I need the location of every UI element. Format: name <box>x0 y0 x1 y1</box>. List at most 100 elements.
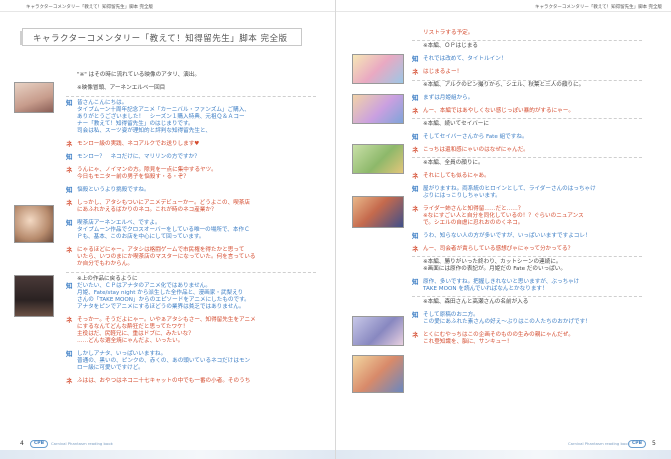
speaker-label: 知 <box>412 311 419 319</box>
screenshot-credits <box>352 316 404 346</box>
dialogue-line: いたら、いつのまにか喫茶店のマスターになっていた。何を言っている <box>77 254 255 261</box>
dialogue-text: ※映像冒頭、アーネンエルベ一回目 <box>77 85 166 91</box>
speaker-label: 知 <box>412 185 419 193</box>
dialogue-text: 主役はだ、尻軽兄に、重はドブに、みたいな？ <box>77 331 194 337</box>
screenshot-anime-cafe <box>14 82 54 113</box>
dialogue-line: 知モンロー？ ネコだけに、マリリンの方ですか？ <box>66 154 200 161</box>
dialogue-line: で。シエルの自虐に忍れおののくネコ。 <box>423 220 523 227</box>
speaker-label: 知 <box>412 55 419 63</box>
dialogue-line: 知まずは月姫組から。 <box>412 95 474 102</box>
dialogue-text: タイプムーン作品でクロスオーバーをしている唯一の場所で、本作Ｃ <box>77 227 250 233</box>
dialogue-line: ※本編、アルクのピン撮りから、シエル、秋葉と三人の顔りに。 <box>423 82 584 89</box>
dialogue-line: 知それでは改めて、タイトルイン！ <box>412 56 506 63</box>
dialogue-text: TAKE MOON を読んでいればなんとかなります！ <box>423 286 548 292</box>
screenshot-title-card <box>352 54 404 84</box>
right-page: キャラクターコメンタリー「教えて！知得留先生」脚本 完全版 リストラする予定。 ※… <box>336 0 671 459</box>
dialogue-text: ナー「教えて！知得留先生」のはじまりです。 <box>77 121 194 127</box>
dialogue-text: とくにむやっちはこの企画そのものの生みの親にゃんだぜ。 <box>423 332 574 338</box>
dialogue-text: それにしても似るにゃあ。 <box>423 173 490 179</box>
speaker-label: 知 <box>66 282 73 290</box>
dialogue-line: 知そしてセイバーさんから Fate 組ですね。 <box>412 134 528 141</box>
dialogue-line: ネライダー姉さんと知得留……だと……？ <box>412 206 523 213</box>
dialogue-text: リストラする予定。 <box>423 30 474 36</box>
divider <box>412 118 642 119</box>
dialogue-line: 月姫、Fate/stay night から派生した全作品と、漫画家・武梨えり <box>77 290 243 297</box>
dialogue-line: にするなんてどんな酔狂だと思ってたワケ！ <box>77 324 188 331</box>
divider <box>412 157 642 158</box>
cp-logo: CPB <box>628 440 646 448</box>
header-rule <box>0 11 335 12</box>
dialogue-line: ネんー、司会者が責らしている感想ぴゃにゃって分かってる？ <box>412 246 573 253</box>
dialogue-line: この愛にあふれた素さんの好え～ぶりはこの人たちのおかげです！ <box>423 319 591 326</box>
header-rule <box>336 11 671 12</box>
dialogue-line: ※本編、ＯＰはじまる <box>423 43 478 50</box>
speaker-label: 知 <box>66 219 73 227</box>
dialogue-text: で。シエルの自虐に忍れおののくネコ。 <box>423 220 524 226</box>
dialogue-line: ネはじまるよー！ <box>412 69 463 76</box>
dialogue-text: うんにゃ、ノイマンの方。隙見を一点に集中するヤツ。 <box>77 167 217 173</box>
dialogue-text: ※本編、全員の顔りに。 <box>423 160 484 166</box>
dialogue-text: Ｐも、基本、このお店を中心にして回っています。 <box>77 234 205 240</box>
dialogue-text: アナタをピンでアニメにするほどうの業界は貧乏ではありません。 <box>77 304 245 310</box>
speaker-label: ネ <box>412 205 419 213</box>
dialogue-text: まずは月姫組から。 <box>423 95 474 101</box>
speaker-label: ネ <box>66 377 73 385</box>
dialogue-line: ネふはは、おやつはネコ二十七キャットの中でも一番の小者。そのうち <box>66 378 251 385</box>
dialogue-text: ありがとうございました！ シーズン１購入特典、元祖Ｑ＆Ａコー <box>77 114 245 120</box>
dialogue-line: ネうんにゃ、ノイマンの方。隙見を一点に集中するヤツ。 <box>66 167 217 174</box>
dialogue-text: 司会は私、スーツ姿が理知的と評判な知得留先生と、 <box>77 128 211 134</box>
divider <box>412 296 642 297</box>
dialogue-text: ※上の作品に戻るように <box>77 276 138 282</box>
dialogue-line: ※画面には原作の表記が。月姫だの Fate だのいっぱい。 <box>423 266 566 273</box>
dialogue-text: はじまるよー！ <box>423 69 463 75</box>
speaker-label: ネ <box>66 140 73 148</box>
speaker-label: 知 <box>66 153 73 161</box>
dialogue-text: にゃるほどにゃー。アタシは格闘ゲームで市民権を得たかと思って <box>77 247 245 253</box>
screenshot-anime-night <box>14 275 54 317</box>
dialogue-text: ふはは、おやつはネコ二十七キャットの中でも一番の小者。そのうち <box>77 378 251 384</box>
dialogue-line: ※上の作品に戻るように <box>77 276 138 283</box>
dialogue-line: 知うわ、知らない人の方が多いですが、いっぱいいますですよコレ！ <box>412 233 591 240</box>
dialogue-text: いたら、いつのまにか喫茶店のマスターになっていた。何を言っている <box>77 254 256 260</box>
dialogue-line: 知そして原稿のお二方。 <box>412 312 479 319</box>
dialogue-text: ※本編、ＯＰはじまる <box>423 43 479 49</box>
footer-caption-left: Carnival Phantasm reading book <box>51 441 113 446</box>
dialogue-text: 悩殺というより挑殺ですね。 <box>77 187 150 193</box>
footer-bar <box>336 450 671 459</box>
speaker-label: ネ <box>66 316 73 324</box>
speaker-label: ネ <box>412 245 419 253</box>
dialogue-line: 普通の、黒いの、ピンクの、赤くの、あの頭いているネコだけはモン <box>77 358 250 365</box>
screenshot-tsukihime <box>352 94 404 124</box>
dialogue-line: アナタをピンでアニメにするほどうの業界は貧乏ではありません。 <box>77 304 244 311</box>
dialogue-text: 月姫、Fate/stay night から派生した全作品と、漫画家・武梨えり <box>77 290 244 296</box>
dialogue-text: ※本編、続いてセイバーに <box>423 121 489 127</box>
dialogue-line: ロー級に可愛いですけど。 <box>77 365 144 372</box>
dialogue-line: ※本編、続いてセイバーに <box>423 121 489 128</box>
divider <box>66 96 316 97</box>
dialogue-text: ぶりにはっこりしちゃいます。 <box>423 193 501 199</box>
speaker-label: ネ <box>412 331 419 339</box>
dialogue-line: か自分でもわからん。 <box>77 261 133 268</box>
dialogue-text: タイプムーン十周年記念アニメ「カーニバル・ファンズム」ご購入、 <box>77 107 250 113</box>
dialogue-text: にあふれかえるばかりのネコ。これが時のネコ産業か？ <box>77 207 217 213</box>
dialogue-line: TAKE MOON を読んでいればなんとかなります！ <box>423 286 548 293</box>
dialogue-line: ありがとうございました！ シーズン１購入特典、元祖Ｑ＆Ａコー <box>77 114 245 121</box>
speaker-label: 知 <box>412 232 419 240</box>
dialogue-text: そしてセイバーさんから Fate 組ですね。 <box>423 134 528 140</box>
dialogue-line: 知だいたい、ＣＰはアナタのアニメ化ではありません。 <box>66 283 211 290</box>
left-page: キャラクターコメンタリー「教えて！知得留先生」脚本 完全版 キャラクターコメンタ… <box>0 0 335 459</box>
page-number-left: 4 <box>20 440 24 447</box>
dialogue-text: にするなんてどんな酔狂だと思ってたワケ！ <box>77 324 189 330</box>
dialogue-line: ネしっかし、アタシもついにアニメデビューかー。どうよこの、喫茶店 <box>66 200 250 207</box>
dialogue-line: タイプムーン作品でクロスオーバーをしている唯一の場所で、本作Ｃ <box>77 227 250 234</box>
dialogue-line: ※映像冒頭、アーネンエルベ一回目 <box>77 85 165 92</box>
dialogue-line: ネんー、本編ではあやしくない感じっぽい暴的がするにゃー。 <box>412 108 574 115</box>
footer-caption-right: Carnival Phantasm reading book <box>568 441 630 446</box>
screenshot-anime-hall <box>14 205 54 243</box>
dialogue-text: 屋がりますね。両系統のヒロインとして、ライダーさんのはっちゃけ <box>423 186 596 192</box>
divider <box>412 80 642 81</box>
dialogue-line: タイプムーン十周年記念アニメ「カーニバル・ファンズム」ご購入、 <box>77 107 250 114</box>
speaker-label: ネ <box>66 199 73 207</box>
speaker-label: 知 <box>412 278 419 286</box>
dialogue-text: 今日もモニター前の男子を悩殺す・る・ぞ？ <box>77 174 189 180</box>
